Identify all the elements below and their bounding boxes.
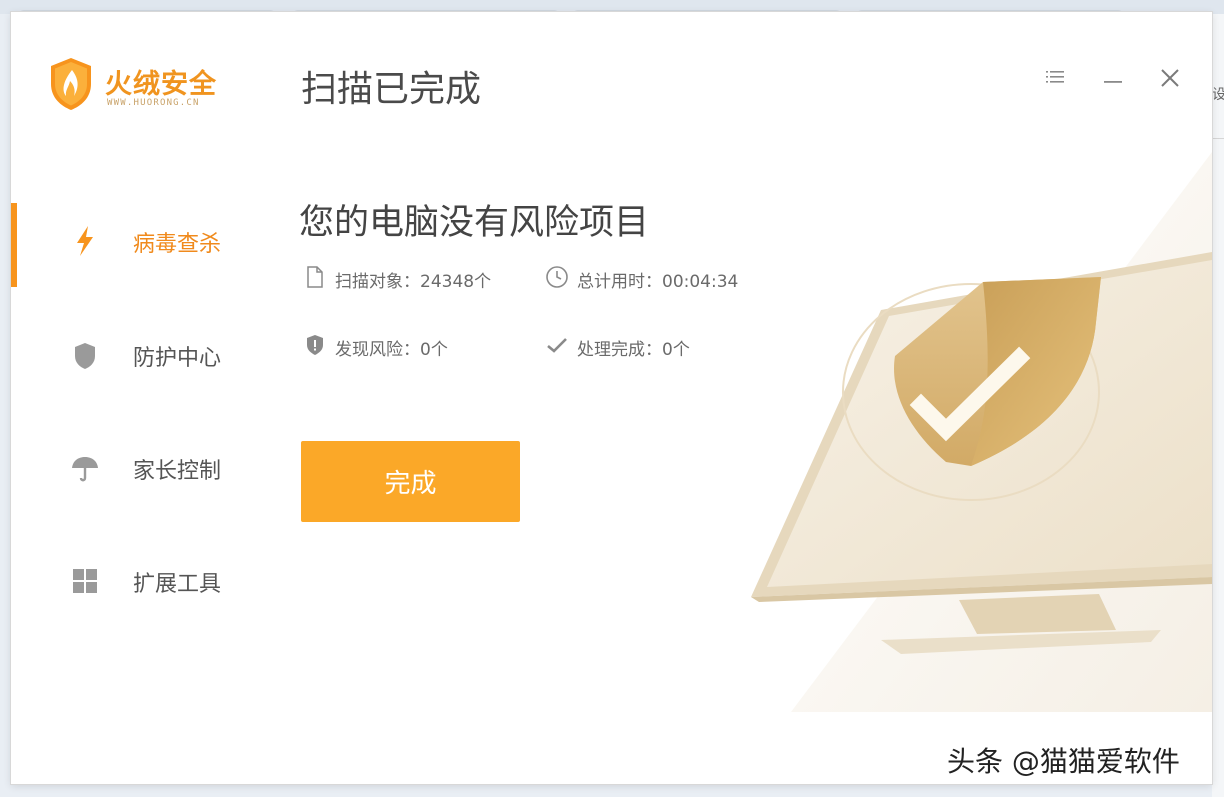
stat-label: 发现风险：0个	[335, 340, 448, 360]
sidebar-item-label: 扩展工具	[133, 572, 222, 597]
app-window: 火绒安全 WWW.HUORONG.CN 扫描已完成 病毒查杀 防护中心 家长控制…	[11, 12, 1212, 784]
minimize-icon	[1104, 81, 1122, 83]
list-menu-icon	[1046, 71, 1064, 83]
sidebar-item-label: 家长控制	[133, 459, 222, 484]
background-page	[1212, 14, 1224, 797]
sidebar-item-label: 病毒查杀	[133, 232, 222, 257]
active-indicator	[11, 203, 17, 287]
grid-icon	[73, 569, 97, 593]
page-title: 扫描已完成	[301, 69, 482, 110]
app-name: 火绒安全	[105, 69, 217, 100]
background-divider	[1212, 138, 1224, 139]
stat-label: 总计用时：00:04:34	[577, 272, 739, 292]
close-button[interactable]	[1158, 66, 1182, 90]
sidebar-item-extension-tools[interactable]: 扩展工具	[11, 543, 271, 623]
watermark: 头条 @猫猫爱软件	[947, 745, 1180, 778]
close-icon	[1161, 69, 1179, 87]
sidebar-item-parental-control[interactable]: 家长控制	[11, 430, 271, 510]
clock-icon	[546, 266, 568, 288]
sidebar-item-label: 防护中心	[133, 346, 222, 371]
done-button[interactable]: 完成	[301, 441, 520, 522]
flame-shield-logo-icon	[51, 58, 91, 110]
app-url: WWW.HUORONG.CN	[107, 98, 200, 108]
document-icon	[307, 266, 323, 288]
shield-icon	[75, 343, 95, 369]
minimize-button[interactable]	[1101, 66, 1125, 90]
menu-button[interactable]	[1043, 66, 1067, 90]
lightning-icon	[77, 226, 93, 256]
stat-label: 处理完成：0个	[577, 340, 690, 360]
sidebar-item-virus-scan[interactable]: 病毒查杀	[11, 203, 271, 287]
background-text-fragment: 设	[1212, 87, 1224, 103]
warning-shield-icon	[307, 335, 323, 355]
monitor-shield-illustration	[751, 152, 1212, 712]
umbrella-icon	[72, 457, 98, 482]
stat-label: 扫描对象：24348个	[335, 272, 492, 292]
checkmark-icon	[547, 338, 567, 353]
result-headline: 您的电脑没有风险项目	[299, 203, 650, 243]
sidebar-item-protection[interactable]: 防护中心	[11, 317, 271, 397]
